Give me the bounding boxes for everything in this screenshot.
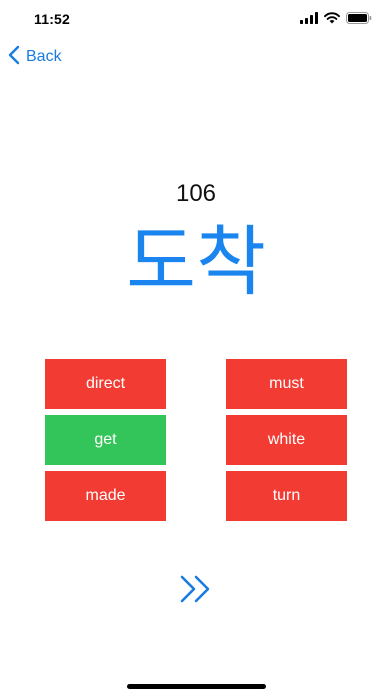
back-button[interactable]: Back: [8, 44, 62, 70]
chevron-left-icon: [8, 45, 20, 70]
word-number: 106: [175, 180, 217, 207]
answer-label: made: [85, 487, 126, 504]
answer-button-direct[interactable]: direct: [45, 359, 166, 409]
answer-label: get: [94, 431, 117, 448]
answer-label: white: [267, 431, 306, 448]
answer-button-white[interactable]: white: [226, 415, 347, 465]
korean-word: 도착: [126, 217, 266, 306]
answer-label: turn: [272, 487, 301, 504]
answer-button-turn[interactable]: turn: [226, 471, 347, 521]
back-label: Back: [26, 48, 62, 65]
answer-label: direct: [85, 375, 126, 392]
double-chevron-right-icon: [178, 574, 214, 609]
status-icons: [300, 11, 372, 25]
next-button[interactable]: [176, 574, 216, 608]
signal-icon: [300, 12, 318, 24]
answer-label: must: [269, 375, 304, 392]
wifi-icon: [324, 12, 340, 24]
status-bar: 11:52: [0, 0, 392, 40]
battery-icon: [346, 12, 372, 24]
answer-button-must[interactable]: must: [226, 359, 347, 409]
answer-button-get[interactable]: get: [45, 415, 166, 465]
status-time: 11:52: [34, 11, 71, 27]
home-indicator: [127, 684, 266, 689]
answer-button-made[interactable]: made: [45, 471, 166, 521]
